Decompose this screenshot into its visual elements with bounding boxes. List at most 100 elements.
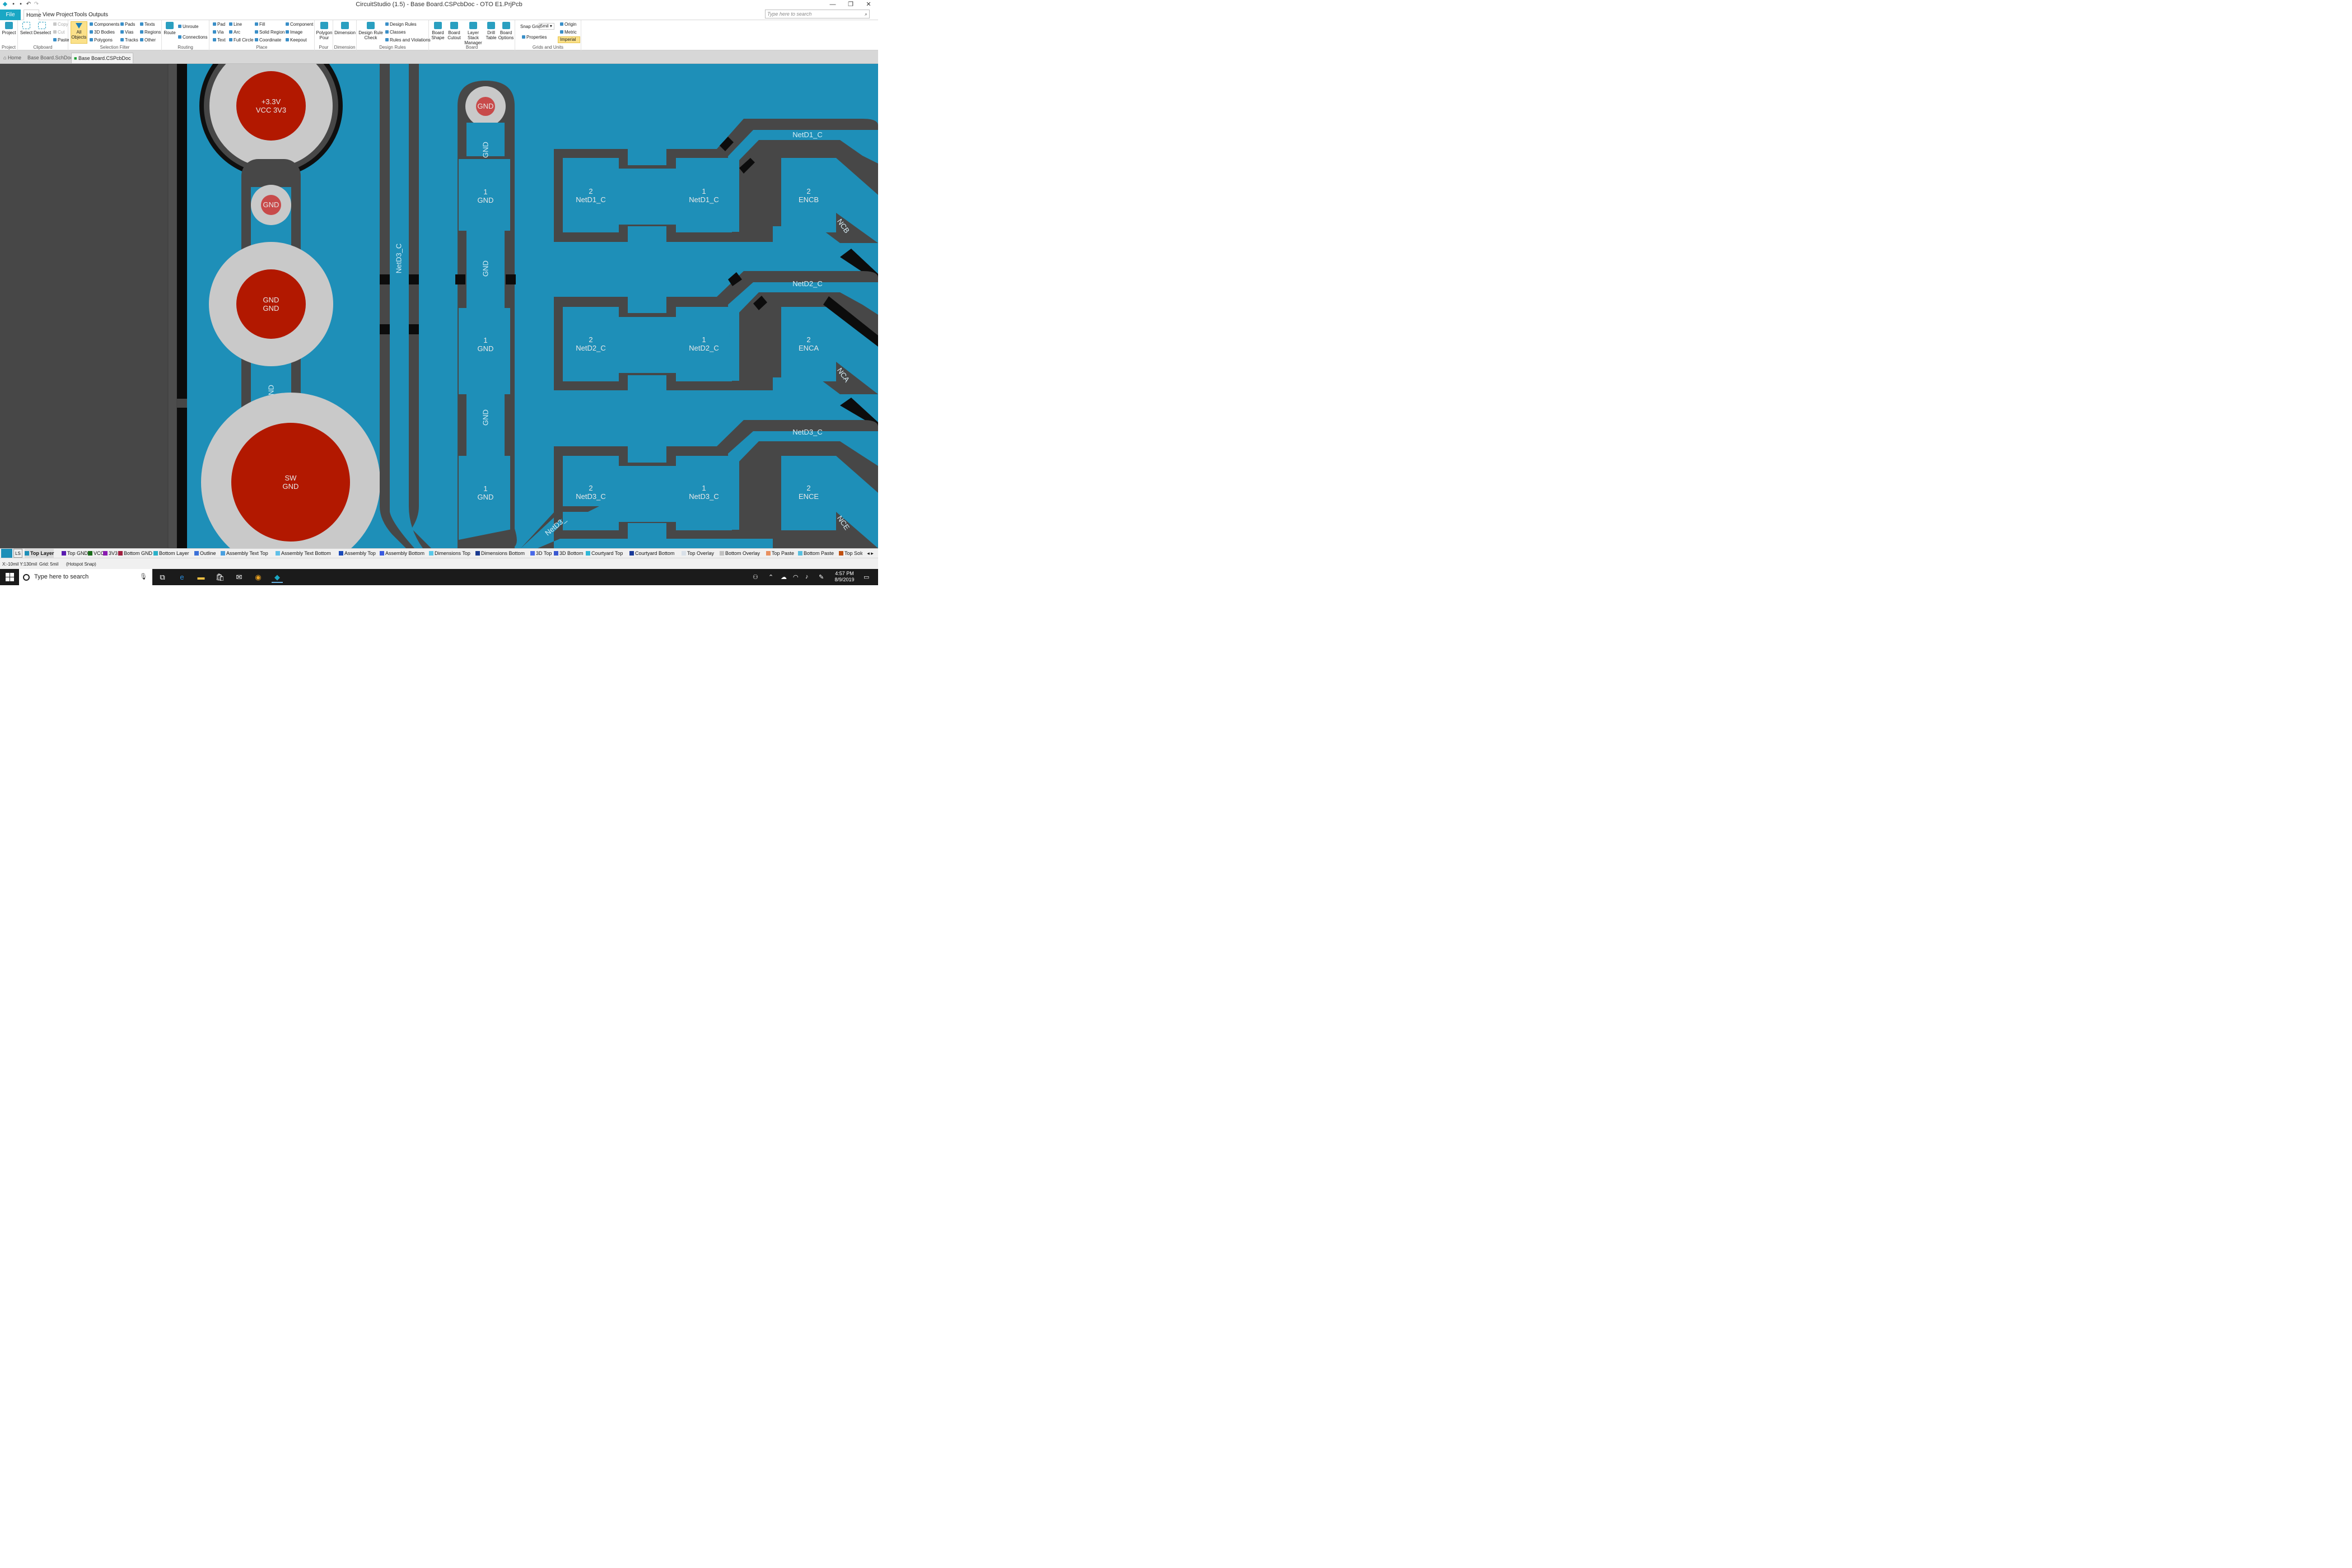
- drill-table-button[interactable]: Drill Table: [485, 22, 497, 40]
- snap-grid-select[interactable]: 5mil ▾: [539, 23, 554, 30]
- circuitstudio-taskbar-icon[interactable]: ◆: [272, 572, 283, 583]
- layer-tab[interactable]: Top GND: [62, 549, 88, 558]
- layer-tab[interactable]: 3V3: [103, 549, 118, 558]
- filter-polygons[interactable]: Polygons: [90, 38, 113, 43]
- pen-icon[interactable]: ✎: [819, 573, 824, 581]
- design-rules-button[interactable]: Design Rules: [385, 22, 417, 27]
- place-arc-button[interactable]: Arc: [229, 30, 240, 35]
- filter-components[interactable]: Components: [90, 22, 119, 27]
- task-view-icon[interactable]: ⧉: [157, 572, 168, 583]
- microphone-icon[interactable]: 🎙: [139, 569, 147, 585]
- imperial-button[interactable]: Imperial: [558, 36, 580, 43]
- layer-tab[interactable]: VCC: [88, 549, 104, 558]
- layer-tab[interactable]: Bottom Overlay: [720, 549, 760, 558]
- dimension-button[interactable]: Dimension: [334, 22, 356, 35]
- edge-browser-icon[interactable]: e: [176, 572, 188, 583]
- polygon-pour-button[interactable]: Polygon Pour: [316, 22, 333, 40]
- restore-button[interactable]: ❐: [841, 0, 860, 10]
- people-icon[interactable]: ⚇: [753, 573, 758, 581]
- layer-tab[interactable]: 3D Bottom: [554, 549, 584, 558]
- filter-3d-bodies[interactable]: 3D Bodies: [90, 30, 115, 35]
- tray-chevron-icon[interactable]: ⌃: [768, 573, 773, 581]
- chrome-icon[interactable]: ◉: [253, 572, 264, 583]
- grid-properties-button[interactable]: Properties: [522, 35, 547, 40]
- file-menu[interactable]: File: [0, 10, 21, 20]
- layer-tab[interactable]: Outline: [194, 549, 216, 558]
- layer-tab[interactable]: Bottom Layer: [153, 549, 189, 558]
- connections-button[interactable]: Connections: [178, 35, 207, 40]
- layer-set-button[interactable]: LS: [13, 549, 22, 558]
- place-via-button[interactable]: Via: [213, 30, 223, 35]
- layer-tab[interactable]: Dimensions Bottom: [475, 549, 525, 558]
- layer-tab[interactable]: Top Overlay: [682, 549, 714, 558]
- taskbar-search-input[interactable]: Type here to search 🎙: [19, 569, 152, 585]
- filter-other[interactable]: Other: [140, 38, 156, 43]
- layer-scroll-arrows[interactable]: ◂ ▸: [862, 549, 878, 558]
- filter-pads[interactable]: Pads: [120, 22, 135, 27]
- rules-violations-button[interactable]: Rules and Violations: [385, 38, 431, 43]
- place-image-button[interactable]: Image: [286, 30, 302, 35]
- file-explorer-icon[interactable]: ▬: [195, 572, 207, 583]
- layer-tab[interactable]: 3D Top: [530, 549, 552, 558]
- store-icon[interactable]: 🛍: [214, 572, 226, 583]
- layer-tab[interactable]: Bottom Paste: [798, 549, 834, 558]
- notifications-icon[interactable]: ▭: [864, 573, 869, 581]
- select-button[interactable]: Select: [19, 22, 34, 35]
- unroute-button[interactable]: Unroute: [178, 24, 198, 30]
- classes-button[interactable]: Classes: [385, 30, 405, 35]
- place-fill-button[interactable]: Fill: [255, 22, 265, 27]
- metric-button[interactable]: Metric: [560, 30, 577, 35]
- filter-vias[interactable]: Vias: [120, 30, 133, 35]
- layer-tab[interactable]: Assembly Bottom: [380, 549, 424, 558]
- windows-start-button[interactable]: [6, 573, 14, 581]
- filter-regions[interactable]: Regions: [140, 30, 161, 35]
- layer-tab[interactable]: Assembly Top: [339, 549, 376, 558]
- close-button[interactable]: ✕: [859, 0, 878, 10]
- filter-texts[interactable]: Texts: [140, 22, 155, 27]
- current-layer-swatch[interactable]: [1, 549, 12, 558]
- minimize-button[interactable]: —: [823, 0, 842, 10]
- cut-button[interactable]: Cut: [53, 30, 64, 35]
- deselect-button[interactable]: Deselect: [34, 22, 51, 35]
- board-shape-button[interactable]: Board Shape: [430, 22, 446, 40]
- board-cutout-button[interactable]: Board Cutout: [446, 22, 462, 40]
- layer-tab[interactable]: Top Paste: [766, 549, 794, 558]
- paste-button[interactable]: Paste: [53, 38, 69, 43]
- layer-tab[interactable]: Courtyard Bottom: [629, 549, 675, 558]
- design-rule-check-button[interactable]: Design Rule Check: [358, 22, 383, 40]
- route-button[interactable]: Route: [163, 22, 176, 35]
- volume-icon[interactable]: ♪: [805, 573, 809, 580]
- clock[interactable]: 4:57 PM 8/9/2019: [832, 571, 857, 583]
- place-full-circle-button[interactable]: Full Circle: [229, 38, 254, 43]
- tab-home[interactable]: Home: [24, 10, 41, 20]
- wifi-icon[interactable]: ◠: [793, 573, 799, 581]
- layer-tab[interactable]: Assembly Text Bottom: [276, 549, 331, 558]
- board-options-button[interactable]: Board Options: [498, 22, 514, 40]
- filter-tracks[interactable]: Tracks: [120, 38, 138, 43]
- layer-tab[interactable]: Assembly Text Top: [221, 549, 268, 558]
- doc-tab-pcbdoc[interactable]: ■ Base Board.CSPcbDoc: [71, 53, 134, 63]
- place-text-button[interactable]: Text: [213, 38, 226, 43]
- project-button[interactable]: Project: [2, 22, 16, 35]
- origin-button[interactable]: Origin: [560, 22, 576, 27]
- place-keepout-button[interactable]: Keepout: [286, 38, 307, 43]
- pcb-drawing[interactable]: [0, 64, 878, 548]
- place-solid-region-button[interactable]: Solid Region: [255, 30, 284, 35]
- layer-stack-manager-button[interactable]: Layer Stack Manager: [462, 22, 484, 45]
- search-icon[interactable]: ⌕: [865, 10, 867, 18]
- doc-tab-schdoc[interactable]: Base Board.SchDoc: [25, 53, 75, 63]
- mail-icon[interactable]: ✉: [234, 572, 245, 583]
- doc-tab-home[interactable]: ⌂ Home: [1, 53, 24, 63]
- place-component-button[interactable]: Component: [286, 22, 313, 27]
- place-line-button[interactable]: Line: [229, 22, 242, 27]
- tab-outputs[interactable]: Outputs: [86, 10, 110, 20]
- pcb-canvas[interactable]: +3.3V VCC 3V3 GND GND GND SW GND GND ND Net…: [0, 64, 878, 548]
- place-coordinate-button[interactable]: Coordinate: [255, 38, 281, 43]
- layer-tab[interactable]: Courtyard Top: [586, 549, 623, 558]
- place-pad-button[interactable]: Pad: [213, 22, 225, 27]
- onedrive-icon[interactable]: ☁: [781, 573, 787, 581]
- layer-tab[interactable]: Top Layer: [25, 549, 54, 558]
- layer-tab[interactable]: Bottom GND: [118, 549, 152, 558]
- all-objects-button[interactable]: All Objects: [71, 21, 87, 44]
- search-input[interactable]: Type here to search ⌕: [765, 10, 870, 18]
